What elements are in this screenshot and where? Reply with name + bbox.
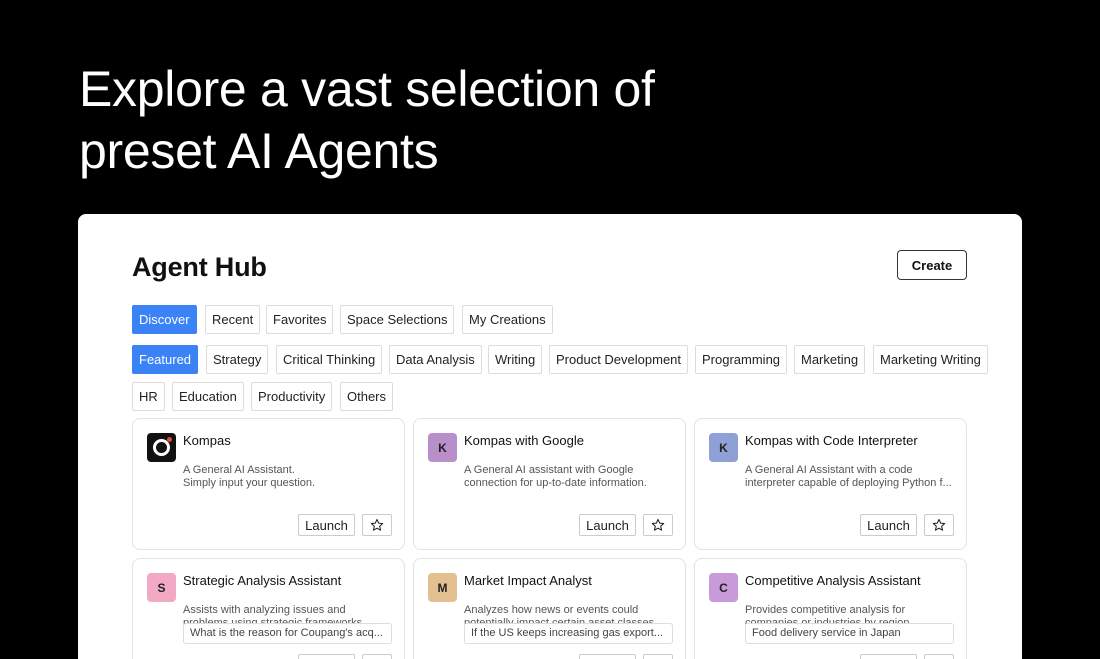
- agent-description: A General AI Assistant with a code interp…: [745, 464, 952, 489]
- agent-title: Competitive Analysis Assistant: [745, 573, 921, 588]
- launch-button[interactable]: Launch: [860, 514, 917, 536]
- create-button[interactable]: Create: [897, 250, 967, 280]
- launch-button[interactable]: Launch: [298, 514, 355, 536]
- agent-title: Market Impact Analyst: [464, 573, 592, 588]
- agent-avatar: C: [709, 573, 738, 602]
- category-product-development[interactable]: Product Development: [549, 345, 689, 374]
- category-marketing-writing[interactable]: Marketing Writing: [873, 345, 988, 374]
- favorite-star-button[interactable]: [924, 654, 954, 659]
- agent-description: A General AI Assistant. Simply input your…: [183, 464, 316, 489]
- category-data-analysis[interactable]: Data Analysis: [389, 345, 482, 374]
- launch-button[interactable]: [579, 654, 636, 659]
- category-strategy[interactable]: Strategy: [206, 345, 269, 374]
- agent-card-kompas-google[interactable]: K Kompas with Google A General AI assist…: [413, 418, 686, 550]
- tab-recent[interactable]: Recent: [205, 305, 261, 334]
- agent-card-strategic-analysis[interactable]: S Strategic Analysis Assistant Assists w…: [132, 558, 405, 659]
- favorite-star-button[interactable]: [643, 514, 673, 536]
- tab-discover[interactable]: Discover: [132, 305, 197, 334]
- agent-avatar: M: [428, 573, 457, 602]
- agent-card-kompas[interactable]: Kompas A General AI Assistant. Simply inp…: [132, 418, 405, 550]
- tab-my-creations[interactable]: My Creations: [462, 305, 553, 334]
- launch-button[interactable]: [860, 654, 917, 659]
- category-writing[interactable]: Writing: [488, 345, 543, 374]
- favorite-star-button[interactable]: [362, 654, 392, 659]
- agent-description: A General AI assistant with Google connec…: [464, 464, 647, 489]
- category-productivity[interactable]: Productivity: [251, 382, 333, 411]
- agent-title: Kompas with Code Interpreter: [745, 433, 918, 448]
- category-education[interactable]: Education: [172, 382, 244, 411]
- hero-line-1: Explore a vast selection of: [79, 61, 655, 117]
- agent-card-market-impact[interactable]: M Market Impact Analyst Analyzes how new…: [413, 558, 686, 659]
- agent-title: Kompas with Google: [464, 433, 584, 448]
- launch-button[interactable]: [298, 654, 355, 659]
- kompas-logo-icon: [147, 433, 176, 462]
- agent-title: Strategic Analysis Assistant: [183, 573, 342, 588]
- agent-title: Kompas: [183, 433, 231, 448]
- tab-space-selections[interactable]: Space Selections: [340, 305, 455, 334]
- favorite-star-button[interactable]: [643, 654, 673, 659]
- launch-button[interactable]: Launch: [579, 514, 636, 536]
- hero-line-2: preset AI Agents: [79, 123, 439, 179]
- category-critical-thinking[interactable]: Critical Thinking: [276, 345, 383, 374]
- page-title: Agent Hub: [132, 252, 267, 282]
- category-others[interactable]: Others: [340, 382, 394, 411]
- category-featured[interactable]: Featured: [132, 345, 199, 374]
- star-icon: [370, 518, 384, 531]
- example-prompt[interactable]: If the US keeps increasing gas export...: [464, 623, 673, 644]
- agent-avatar: K: [428, 433, 457, 462]
- favorite-star-button[interactable]: [924, 514, 954, 536]
- example-prompt[interactable]: Food delivery service in Japan: [745, 623, 954, 644]
- category-hr[interactable]: HR: [132, 382, 165, 411]
- category-marketing[interactable]: Marketing: [794, 345, 866, 374]
- hero-heading: Explore a vast selection of preset AI Ag…: [79, 58, 779, 182]
- category-programming[interactable]: Programming: [695, 345, 788, 374]
- example-prompt[interactable]: What is the reason for Coupang's acq...: [183, 623, 392, 644]
- agent-hub-panel: Agent Hub Create Discover Recent Favorit…: [78, 214, 1022, 659]
- tab-favorites[interactable]: Favorites: [266, 305, 334, 334]
- star-icon: [932, 518, 946, 531]
- agent-avatar: K: [709, 433, 738, 462]
- star-icon: [651, 518, 665, 531]
- agent-avatar: S: [147, 573, 176, 602]
- agent-card-kompas-code-interpreter[interactable]: K Kompas with Code Interpreter A General…: [694, 418, 967, 550]
- agent-card-competitive-analysis[interactable]: C Competitive Analysis Assistant Provide…: [694, 558, 967, 659]
- favorite-star-button[interactable]: [362, 514, 392, 536]
